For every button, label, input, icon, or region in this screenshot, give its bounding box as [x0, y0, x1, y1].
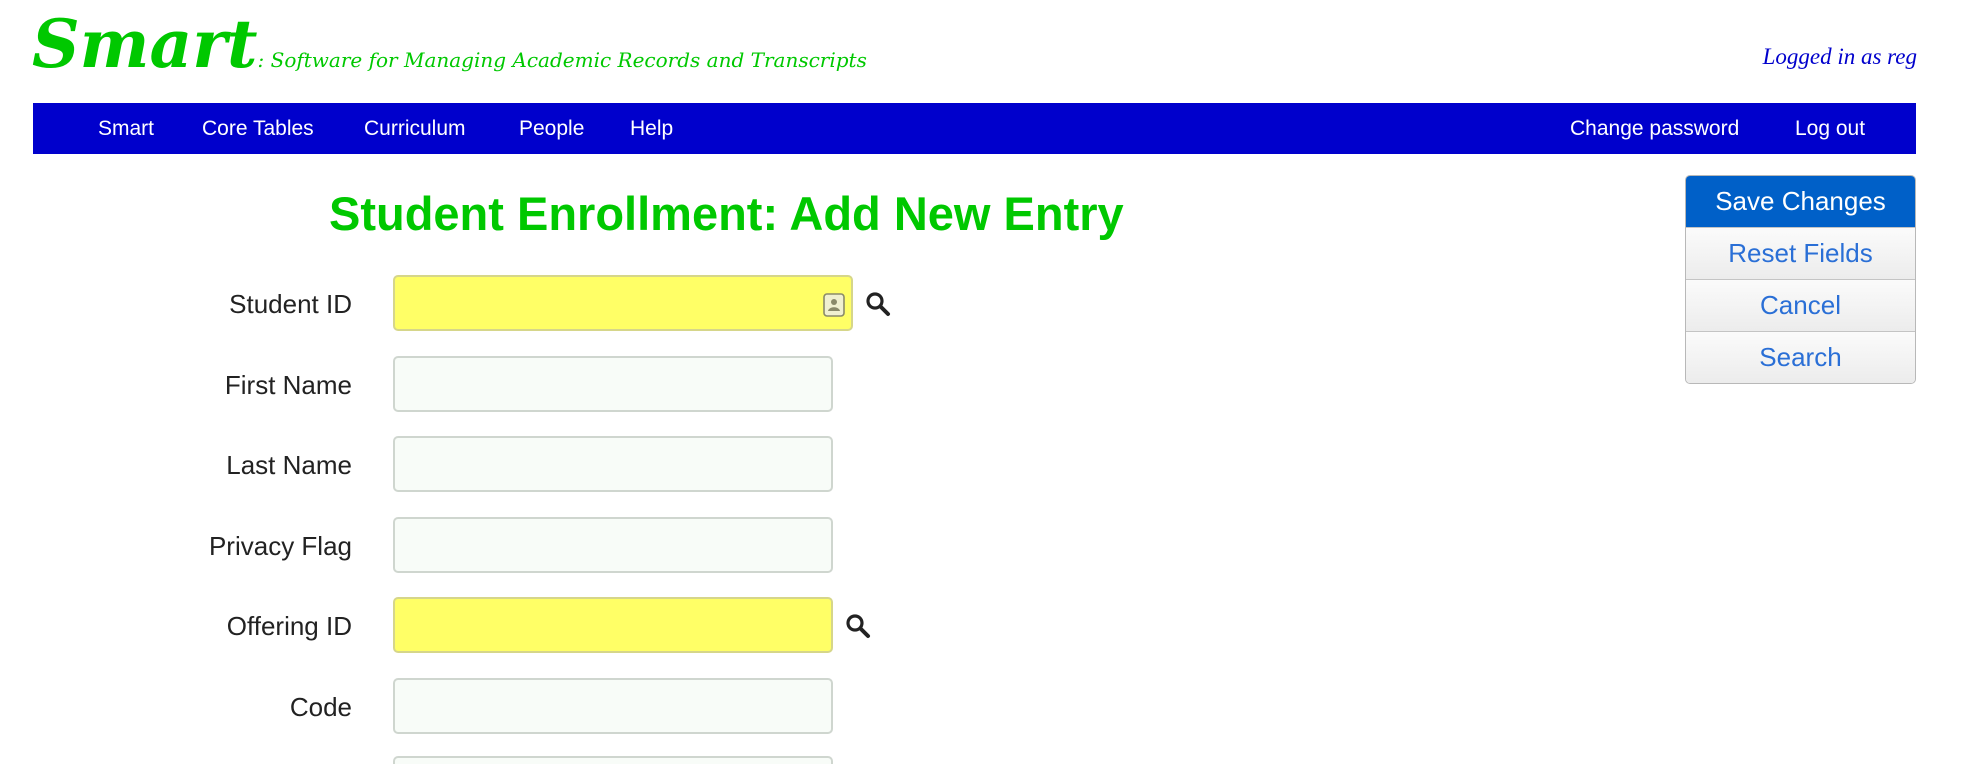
app-subtitle: : Software for Managing Academic Records…: [257, 48, 867, 72]
action-panel: Save Changes Reset Fields Cancel Search: [1685, 175, 1916, 384]
first-name-label: First Name: [224, 370, 352, 400]
nav-core-tables[interactable]: Core Tables: [202, 103, 314, 154]
search-button[interactable]: Search: [1686, 331, 1915, 383]
nav-help[interactable]: Help: [630, 103, 673, 154]
student-id-search-icon[interactable]: [865, 291, 891, 317]
last-name-label: Last Name: [226, 450, 352, 480]
student-id-label: Student ID: [229, 289, 352, 319]
main-navbar: Smart Core Tables Curriculum People Help…: [33, 103, 1916, 154]
offering-id-input[interactable]: [393, 597, 833, 653]
save-changes-button[interactable]: Save Changes: [1686, 176, 1915, 227]
offering-id-search-icon[interactable]: [845, 613, 871, 639]
code-input[interactable]: [393, 678, 833, 734]
privacy-flag-label: Privacy Flag: [208, 531, 352, 561]
app-brand: Smart: Software for Managing Academic Re…: [32, 4, 867, 84]
login-status: Logged in as reg: [1762, 44, 1917, 69]
first-name-input[interactable]: [393, 356, 833, 412]
nav-curriculum[interactable]: Curriculum: [364, 103, 466, 154]
contact-card-icon[interactable]: [823, 293, 845, 317]
student-id-input[interactable]: [393, 275, 853, 331]
app-logo-text: Smart: [32, 5, 258, 83]
nav-log-out[interactable]: Log out: [1795, 103, 1865, 154]
nav-smart[interactable]: Smart: [98, 103, 154, 154]
nav-people[interactable]: People: [519, 103, 584, 154]
page-title: Student Enrollment: Add New Entry: [329, 187, 1124, 240]
privacy-flag-input[interactable]: [393, 517, 833, 573]
cancel-button[interactable]: Cancel: [1686, 279, 1915, 331]
offering-id-label: Offering ID: [226, 611, 352, 641]
reset-fields-button[interactable]: Reset Fields: [1686, 227, 1915, 279]
next-field-partial[interactable]: [393, 756, 833, 764]
nav-change-password[interactable]: Change password: [1570, 103, 1739, 154]
last-name-input[interactable]: [393, 436, 833, 492]
code-label: Code: [289, 692, 352, 722]
